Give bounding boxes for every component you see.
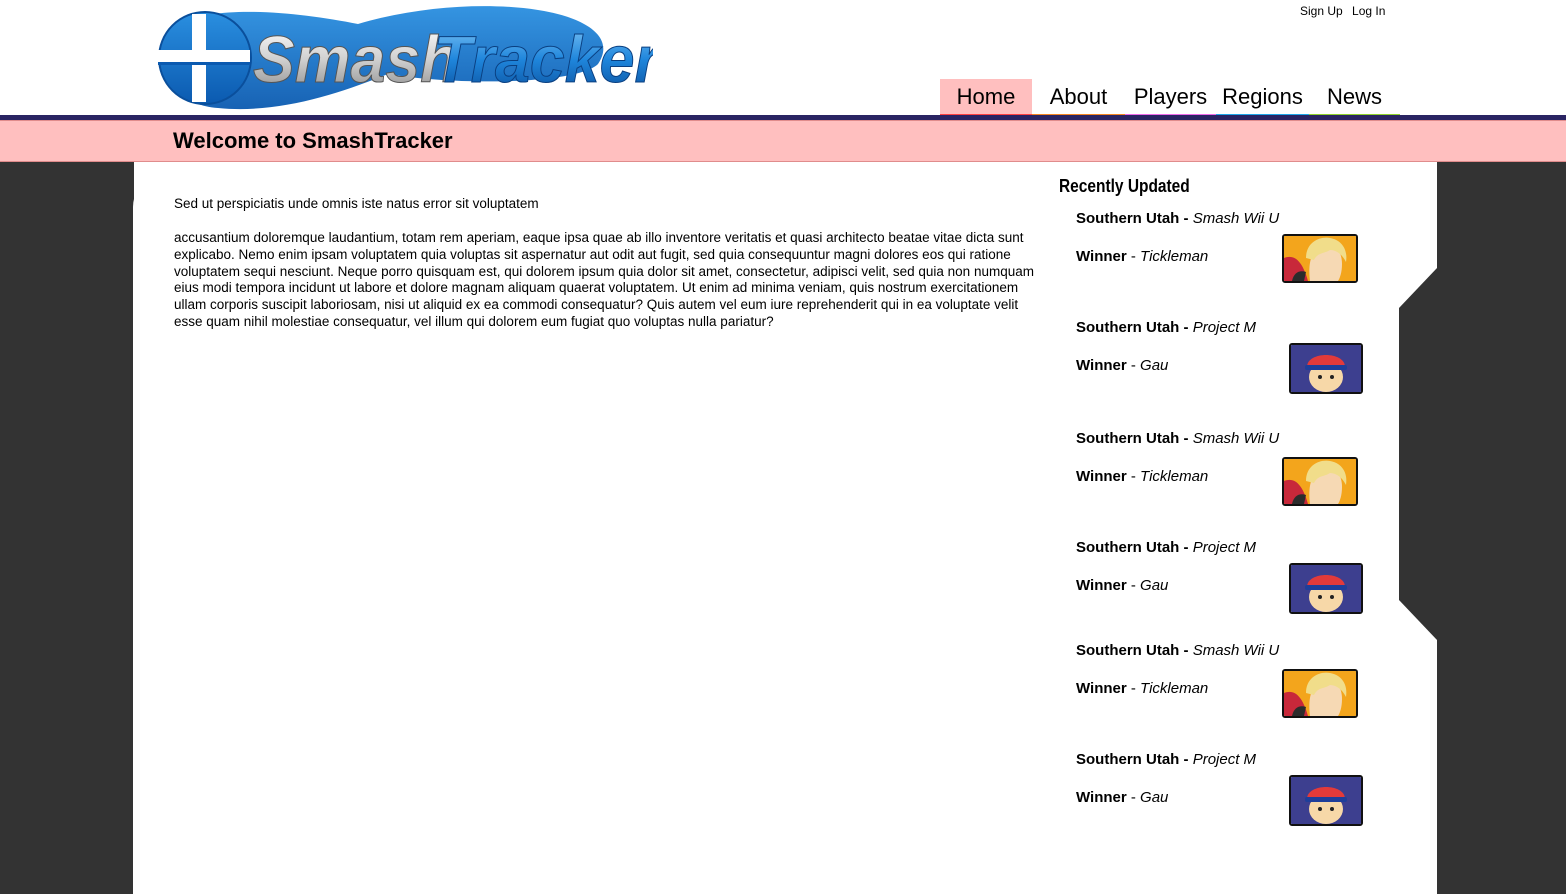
right-gutter bbox=[1436, 162, 1566, 894]
winner-label: Winner bbox=[1076, 577, 1127, 594]
region-name: Southern Utah bbox=[1076, 642, 1180, 659]
region-name: Southern Utah bbox=[1076, 210, 1180, 227]
winner-name: Gau bbox=[1140, 357, 1169, 374]
welcome-banner: Welcome to SmashTracker bbox=[0, 120, 1566, 162]
recently-updated-heading: Recently Updated bbox=[1059, 176, 1190, 196]
nav-home[interactable]: Home bbox=[940, 79, 1032, 120]
left-gutter bbox=[0, 162, 134, 894]
region-name: Southern Utah bbox=[1076, 539, 1180, 556]
nav-players[interactable]: Players bbox=[1125, 79, 1216, 120]
page-title: Welcome to SmashTracker bbox=[173, 128, 453, 153]
main-nav: Home About Players Regions News bbox=[940, 79, 1400, 120]
shulk-portrait-icon[interactable] bbox=[1282, 234, 1358, 283]
winner-name: Tickleman bbox=[1140, 468, 1209, 485]
winner-name: Gau bbox=[1140, 789, 1169, 806]
region-name: Southern Utah bbox=[1076, 319, 1180, 336]
region-name: Southern Utah bbox=[1076, 751, 1180, 768]
winner-label: Winner bbox=[1076, 789, 1127, 806]
ness-portrait-icon[interactable] bbox=[1289, 775, 1363, 826]
nav-regions[interactable]: Regions bbox=[1216, 79, 1309, 120]
winner-label: Winner bbox=[1076, 680, 1127, 697]
winner-name: Gau bbox=[1140, 577, 1169, 594]
winner-label: Winner bbox=[1076, 357, 1127, 374]
logo-text-smash: Smash bbox=[253, 23, 459, 97]
game-name: Smash Wii U bbox=[1192, 210, 1280, 227]
signup-link[interactable]: Sign Up bbox=[1300, 4, 1343, 18]
intro-text: Sed ut perspiciatis unde omnis iste natu… bbox=[174, 196, 539, 211]
body-text: accusantium doloremque laudantium, totam… bbox=[174, 230, 1034, 329]
game-name: Project M bbox=[1192, 319, 1257, 336]
region-name: Southern Utah bbox=[1076, 430, 1180, 447]
nav-news[interactable]: News bbox=[1309, 79, 1400, 120]
game-name: Project M bbox=[1192, 539, 1257, 556]
winner-label: Winner bbox=[1076, 468, 1127, 485]
winner-name: Tickleman bbox=[1140, 248, 1209, 265]
ness-portrait-icon[interactable] bbox=[1289, 343, 1363, 394]
logo-text-tracker: Tracker bbox=[434, 23, 654, 97]
login-link[interactable]: Log In bbox=[1352, 4, 1385, 18]
game-name: Project M bbox=[1192, 751, 1257, 768]
game-name: Smash Wii U bbox=[1192, 642, 1280, 659]
site-header: Smash Tracker Sign Up Log In Home About … bbox=[0, 0, 1566, 120]
shulk-portrait-icon[interactable] bbox=[1282, 457, 1358, 506]
game-name: Smash Wii U bbox=[1192, 430, 1280, 447]
winner-label: Winner bbox=[1076, 248, 1127, 265]
sidebar-notch bbox=[1399, 268, 1437, 640]
smashtracker-logo[interactable]: Smash Tracker bbox=[158, 4, 653, 112]
winner-name: Tickleman bbox=[1140, 680, 1209, 697]
nav-about[interactable]: About bbox=[1032, 79, 1125, 120]
ness-portrait-icon[interactable] bbox=[1289, 563, 1363, 614]
auth-links: Sign Up Log In bbox=[1300, 4, 1391, 18]
shulk-portrait-icon[interactable] bbox=[1282, 669, 1358, 718]
